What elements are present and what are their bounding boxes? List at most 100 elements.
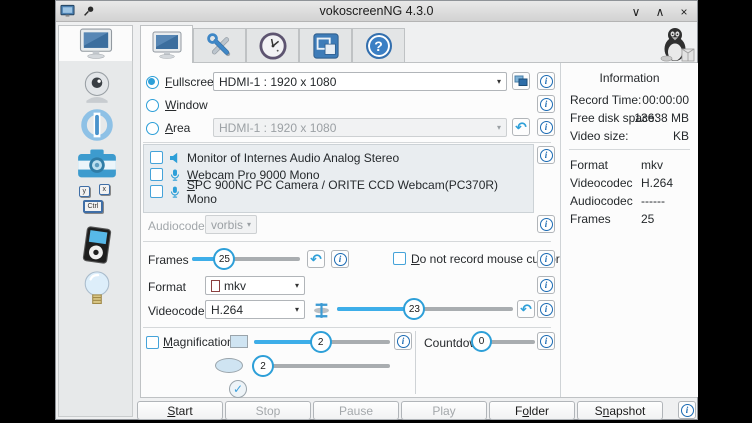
- lightbulb-icon: [82, 269, 112, 309]
- magnification-label: Magnification: [163, 335, 234, 349]
- info-button[interactable]: i: [537, 332, 555, 350]
- radio-window[interactable]: [146, 99, 159, 112]
- audio-device-list: Monitor of Internes Audio Analog Stereo …: [143, 144, 534, 213]
- desktop-background: vokoscreenNG 4.3.0 ∨ ∧ ×: [0, 0, 752, 423]
- videoquality-reset-button[interactable]: ↶: [517, 300, 535, 318]
- snapshot-button[interactable]: Snapshot: [577, 401, 663, 420]
- speaker-icon: [169, 152, 181, 164]
- videoquality-slider[interactable]: 23: [337, 298, 513, 320]
- info-button[interactable]: i: [331, 250, 349, 268]
- information-title: Information: [561, 71, 698, 85]
- magnification-checkbox[interactable]: [146, 336, 159, 349]
- info-button[interactable]: i: [537, 72, 555, 90]
- pause-button[interactable]: Pause: [313, 401, 399, 420]
- sidebar-button-player[interactable]: [59, 225, 134, 265]
- info-button[interactable]: i: [537, 276, 555, 294]
- camera-icon: [77, 147, 117, 181]
- magnification-size-handle[interactable]: 2: [310, 331, 332, 353]
- frames-slider-handle[interactable]: 25: [213, 248, 235, 270]
- display-refresh-button[interactable]: [512, 72, 530, 90]
- sidebar-button-hotkeys[interactable]: y x Ctrl: [59, 184, 134, 220]
- info-format-value: mkv: [641, 158, 663, 172]
- fullscreen-display-select[interactable]: HDMI-1 : 1920 x 1080▾: [213, 72, 507, 91]
- videocodec-select[interactable]: H.264▾: [205, 300, 305, 319]
- format-select[interactable]: mkv▾: [205, 276, 305, 295]
- frames-reset-button[interactable]: ↶: [307, 250, 325, 268]
- device-checkbox[interactable]: [150, 151, 163, 164]
- tab-settings[interactable]: [193, 28, 246, 63]
- area-label: Area: [165, 121, 190, 135]
- info-icon: i: [540, 149, 553, 162]
- countdown-slider-handle[interactable]: 0: [471, 331, 492, 352]
- sidebar-button-webcam[interactable]: [59, 69, 134, 105]
- radio-fullscreen[interactable]: [146, 76, 159, 89]
- videoquality-slider-handle[interactable]: 23: [403, 298, 425, 320]
- magnification-shape-slider[interactable]: 2: [252, 355, 390, 377]
- file-icon: [211, 280, 220, 292]
- monitor-icon: [78, 28, 114, 59]
- sidebar-button-camera[interactable]: [59, 147, 134, 181]
- magnification-shape-handle[interactable]: 2: [252, 355, 274, 377]
- format-label: Format: [148, 280, 186, 294]
- information-panel: Information Record Time: 00:00:00 Free d…: [560, 63, 698, 397]
- chevron-down-icon: ▾: [295, 305, 299, 314]
- info-audiocodec-value: ------: [641, 194, 665, 208]
- info-button[interactable]: i: [537, 118, 555, 136]
- stop-button[interactable]: Stop: [225, 401, 311, 420]
- frames-slider[interactable]: 25: [192, 248, 300, 270]
- play-button[interactable]: Play: [401, 401, 487, 420]
- info-icon: i: [540, 335, 553, 348]
- windows-icon: [312, 32, 340, 60]
- area-reset-button[interactable]: ↶: [512, 118, 530, 136]
- mouse-cursor-checkbox[interactable]: [393, 252, 406, 265]
- magnifier-shape-rectangle[interactable]: [230, 335, 248, 348]
- tab-timer[interactable]: [246, 28, 299, 63]
- info-icon: i: [681, 404, 694, 417]
- info-button[interactable]: i: [394, 332, 412, 350]
- sidebar-button-help[interactable]: [59, 269, 134, 309]
- tools-icon: [206, 32, 234, 60]
- radio-area[interactable]: [146, 122, 159, 135]
- info-icon: i: [540, 98, 553, 111]
- info-button[interactable]: i: [537, 300, 555, 318]
- videocodec-label: Videocodec: [148, 304, 211, 318]
- chevron-down-icon: ▾: [295, 281, 299, 290]
- start-button[interactable]: Start: [137, 401, 223, 420]
- info-icon: i: [540, 121, 553, 134]
- tab-screen[interactable]: [140, 25, 193, 63]
- close-button[interactable]: ×: [677, 5, 691, 19]
- titlebar[interactable]: vokoscreenNG 4.3.0 ∨ ∧ ×: [56, 1, 697, 22]
- record-time-value: 00:00:00: [642, 93, 689, 107]
- folder-button[interactable]: Folder: [489, 401, 575, 420]
- magnification-size-slider[interactable]: 2: [254, 331, 390, 353]
- info-button[interactable]: i: [537, 95, 555, 113]
- info-button[interactable]: i: [537, 146, 555, 164]
- magnifier-shape-circle-selected[interactable]: ✓: [229, 380, 247, 398]
- vokoscreen-window: vokoscreenNG 4.3.0 ∨ ∧ ×: [55, 0, 698, 420]
- info-button[interactable]: i: [678, 401, 696, 419]
- minimize-button[interactable]: ∨: [629, 5, 643, 19]
- tab-help[interactable]: ?: [352, 28, 405, 63]
- sidebar: y x Ctrl: [58, 61, 133, 417]
- info-button[interactable]: i: [537, 250, 555, 268]
- sidebar-button-systray[interactable]: [59, 107, 134, 143]
- sidebar-button-screen[interactable]: [58, 25, 133, 62]
- audio-device-row[interactable]: Monitor of Internes Audio Analog Stereo: [150, 149, 527, 166]
- info-icon: i: [397, 335, 410, 348]
- info-videocodec-label: Videocodec: [570, 176, 633, 190]
- undo-icon: ↶: [310, 252, 322, 266]
- audio-device-row[interactable]: SPC 900NC PC Camera / ORITE CCD Webcam(P…: [150, 183, 527, 200]
- compress-icon: [313, 303, 330, 318]
- clock-icon: [259, 32, 287, 60]
- undo-icon: ↶: [515, 120, 527, 134]
- maximize-button[interactable]: ∧: [653, 5, 667, 19]
- countdown-slider[interactable]: 0: [473, 331, 535, 353]
- tab-windows[interactable]: [299, 28, 352, 63]
- device-checkbox[interactable]: [150, 185, 163, 198]
- info-button[interactable]: i: [537, 215, 555, 233]
- magnifier-shape-ellipse[interactable]: [215, 358, 243, 373]
- audiocodec-select: vorbis▾: [205, 215, 257, 234]
- device-checkbox[interactable]: [150, 168, 163, 181]
- monitor-icon: [151, 31, 183, 59]
- webcam-icon: [79, 69, 115, 105]
